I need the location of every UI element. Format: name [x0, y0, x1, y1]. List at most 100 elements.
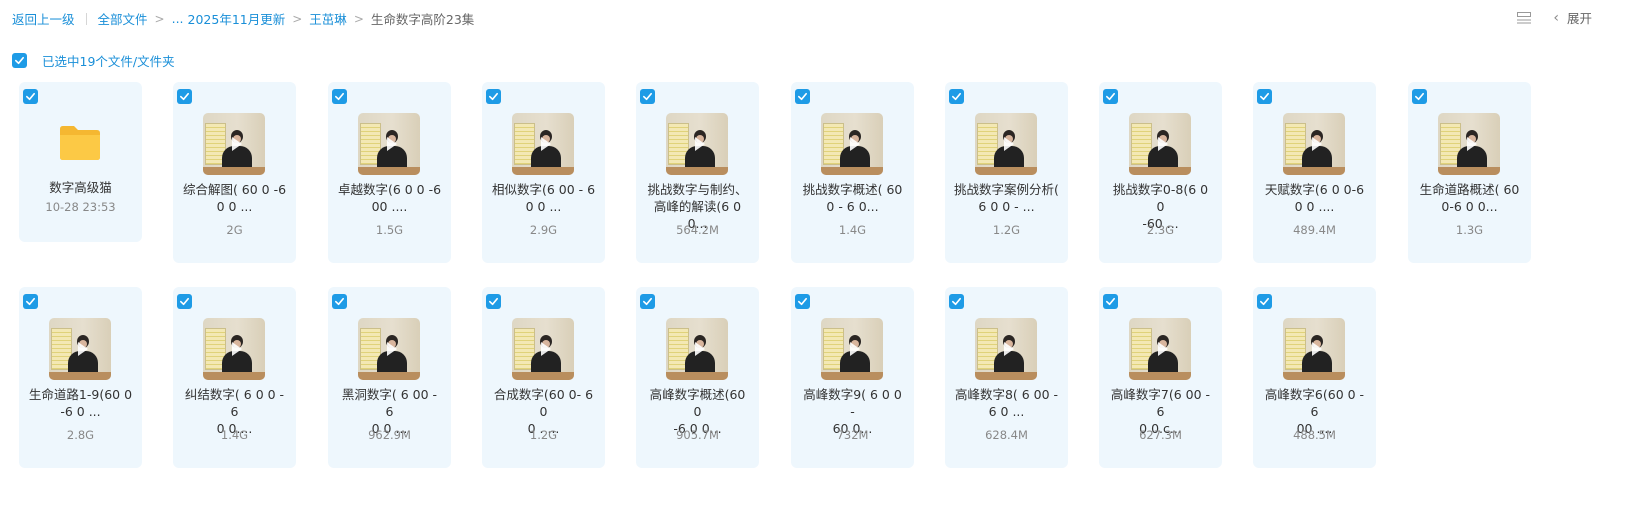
breadcrumb: 返回上一级 全部文件 > ... 2025年11月更新 > 王茁琳 > 生命数字… [12, 9, 474, 28]
video-card[interactable]: 合成数字(60 0- 60 0 . ... 1.2G [482, 287, 605, 468]
list-view-icon[interactable] [1517, 11, 1532, 24]
breadcrumb-all-files[interactable]: 全部文件 [98, 9, 148, 28]
breadcrumb-item-author[interactable]: 王茁琳 [309, 9, 347, 28]
video-card[interactable]: 高峰数字7(6 00 -6 0 0.c... 627.3M [1099, 287, 1222, 468]
desk-image [666, 372, 728, 380]
breadcrumb-item-update[interactable]: 2025年11月更新 [188, 9, 286, 28]
item-name: 挑战数字概述( 60 0 - 6 0... [802, 182, 903, 214]
video-thumbnail [358, 113, 420, 175]
breadcrumb-separator: > [292, 11, 303, 26]
item-checkbox[interactable] [640, 294, 655, 309]
item-checkbox[interactable] [332, 89, 347, 104]
checkmark-icon [952, 92, 961, 101]
item-size: 564.2M [676, 223, 719, 237]
item-checkbox[interactable] [795, 89, 810, 104]
video-card[interactable]: 高峰数字8( 6 00 - 6 0 ... 628.4M [945, 287, 1068, 468]
checkmark-icon [15, 56, 24, 65]
item-size: 1.2G [529, 428, 558, 442]
play-icon [78, 342, 88, 356]
item-checkbox[interactable] [1257, 89, 1272, 104]
video-card[interactable]: 高峰数字9( 6 0 0 - 60 0... 732M [791, 287, 914, 468]
play-icon [232, 137, 242, 151]
video-thumbnail [203, 113, 265, 175]
video-card[interactable]: 天赋数字(6 0 0-6 0 0 .... 489.4M [1253, 82, 1376, 263]
desk-image [358, 372, 420, 380]
video-card[interactable]: 挑战数字案例分析( 6 0 0 - ... 1.2G [945, 82, 1068, 263]
item-name: 数字高级猫 [49, 180, 112, 195]
item-checkbox[interactable] [332, 294, 347, 309]
select-all-checkbox[interactable] [12, 53, 27, 68]
item-name: 生命道路概述( 60 0-6 0 0... [1419, 182, 1520, 214]
checkmark-icon [489, 92, 498, 101]
item-name: 生命道路1-9(60 0 -6 0 ... [28, 387, 133, 419]
video-thumbnail [1283, 318, 1345, 380]
checkmark-icon [1415, 92, 1424, 101]
play-icon [541, 342, 551, 356]
video-thumbnail [358, 318, 420, 380]
breadcrumb-current: 生命数字高阶23集 [370, 12, 475, 27]
desk-image [358, 167, 420, 175]
video-card[interactable]: 综合解图( 60 0 -6 0 0 ... 2G [173, 82, 296, 263]
video-card[interactable]: 挑战数字0-8(6 0 0 -60 ... 2.3G [1099, 82, 1222, 263]
video-card[interactable]: 卓越数字(6 0 0 -6 00 .... 1.5G [328, 82, 451, 263]
item-checkbox[interactable] [23, 89, 38, 104]
checkmark-icon [1106, 92, 1115, 101]
play-icon [387, 342, 397, 356]
item-size: 1.5G [375, 223, 404, 237]
item-size: 1.4G [838, 223, 867, 237]
item-checkbox[interactable] [1103, 294, 1118, 309]
item-name: 高峰数字8( 6 00 - 6 0 ... [954, 387, 1059, 419]
item-checkbox[interactable] [177, 294, 192, 309]
back-button[interactable]: 返回上一级 [12, 9, 75, 28]
desk-image [821, 372, 883, 380]
item-name: 综合解图( 60 0 -6 0 0 ... [182, 182, 287, 214]
item-checkbox[interactable] [949, 294, 964, 309]
video-thumbnail [666, 113, 728, 175]
video-thumbnail [666, 318, 728, 380]
play-icon [1158, 342, 1168, 356]
item-size: 1.2G [992, 223, 1021, 237]
desk-image [975, 372, 1037, 380]
chevron-left-icon[interactable]: ‹ [1553, 10, 1559, 26]
toolbar-right: ‹ 展开 [1517, 8, 1592, 27]
item-checkbox[interactable] [486, 294, 501, 309]
video-card[interactable]: 高峰数字6(60 0 -6 00 .... 488.5M [1253, 287, 1376, 468]
video-card[interactable]: 挑战数字概述( 60 0 - 6 0... 1.4G [791, 82, 914, 263]
desk-image [821, 167, 883, 175]
video-card[interactable]: 纠结数字( 6 0 0 -6 0 0.... 1.4G [173, 287, 296, 468]
play-icon [232, 342, 242, 356]
video-card[interactable]: 生命道路概述( 60 0-6 0 0... 1.3G [1408, 82, 1531, 263]
desk-image [1283, 167, 1345, 175]
play-icon [1312, 137, 1322, 151]
video-thumbnail [1129, 113, 1191, 175]
item-checkbox[interactable] [949, 89, 964, 104]
checkmark-icon [643, 297, 652, 306]
video-thumbnail [975, 318, 1037, 380]
item-size: 2.8G [66, 428, 95, 442]
video-card[interactable]: 相似数字(6 00 - 6 0 0 ... 2.9G [482, 82, 605, 263]
item-checkbox[interactable] [177, 89, 192, 104]
item-checkbox[interactable] [1257, 294, 1272, 309]
item-checkbox[interactable] [795, 294, 810, 309]
checkmark-icon [952, 297, 961, 306]
video-card[interactable]: 挑战数字与制约、 高峰的解读(6 00... 564.2M [636, 82, 759, 263]
item-checkbox[interactable] [1103, 89, 1118, 104]
desk-image [666, 167, 728, 175]
video-card[interactable]: 高峰数字概述(60 0 -6 0 0... 905.7M [636, 287, 759, 468]
item-size: 1.3G [1455, 223, 1484, 237]
play-icon [1004, 342, 1014, 356]
item-checkbox[interactable] [23, 294, 38, 309]
video-thumbnail [1438, 113, 1500, 175]
video-card[interactable]: 黑洞数字( 6 00 - 6 0 0 ... 962.9M [328, 287, 451, 468]
folder-card[interactable]: 数字高级猫 10-28 23:53 [19, 82, 142, 242]
item-checkbox[interactable] [1412, 89, 1427, 104]
desk-image [512, 372, 574, 380]
expand-button[interactable]: 展开 [1567, 8, 1592, 27]
item-checkbox[interactable] [486, 89, 501, 104]
video-thumbnail [203, 318, 265, 380]
video-card[interactable]: 生命道路1-9(60 0 -6 0 ... 2.8G [19, 287, 142, 468]
item-checkbox[interactable] [640, 89, 655, 104]
breadcrumb-ellipsis[interactable]: ... [172, 11, 184, 26]
play-icon [695, 342, 705, 356]
video-thumbnail [821, 318, 883, 380]
